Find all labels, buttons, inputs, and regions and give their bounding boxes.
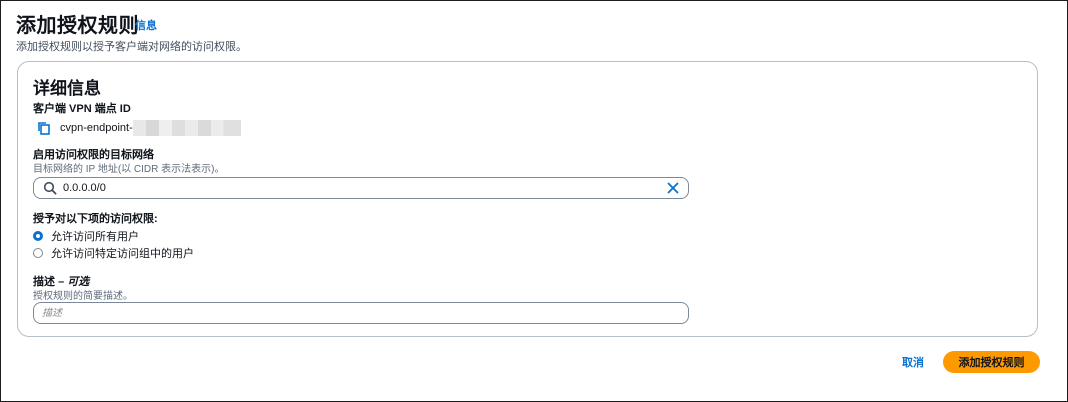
grant-access-label: 授予对以下项的访问权限: [33,213,158,225]
radio-button[interactable] [33,248,43,258]
target-network-hint: 目标网络的 IP 地址(以 CIDR 表示法表示)。 [33,164,225,175]
target-network-input[interactable]: 0.0.0.0/0 [33,177,689,199]
redacted-endpoint-suffix [132,120,241,136]
clear-icon[interactable] [666,181,680,195]
panel-title: 详细信息 [33,79,101,98]
radio-button-selected[interactable] [33,231,43,241]
page-title: 添加授权规则 [16,15,139,37]
radio-label: 允许访问所有用户 [51,231,139,243]
details-panel: 详细信息 客户端 VPN 端点 ID cvpn-endpoint- 启用访问权限… [17,61,1038,337]
add-authorization-rule-button[interactable]: 添加授权规则 [943,351,1040,373]
radio-allow-group-users[interactable]: 允许访问特定访问组中的用户 [33,245,194,261]
endpoint-id-label: 客户端 VPN 端点 ID [33,103,131,115]
info-link[interactable]: 信息 [135,17,157,33]
cancel-button[interactable]: 取消 [893,352,933,372]
radio-allow-all-users[interactable]: 允许访问所有用户 [33,228,139,244]
search-icon [43,181,57,195]
endpoint-id-value: cvpn-endpoint- [60,122,133,134]
description-input[interactable] [33,302,689,324]
page-description: 添加授权规则以授予客户端对网络的访问权限。 [16,41,247,53]
radio-label: 允许访问特定访问组中的用户 [51,248,194,260]
description-hint: 授权规则的简要描述。 [33,291,133,302]
copy-icon[interactable] [36,120,52,136]
endpoint-id-row: cvpn-endpoint- [36,120,241,136]
target-network-value[interactable]: 0.0.0.0/0 [63,182,666,194]
